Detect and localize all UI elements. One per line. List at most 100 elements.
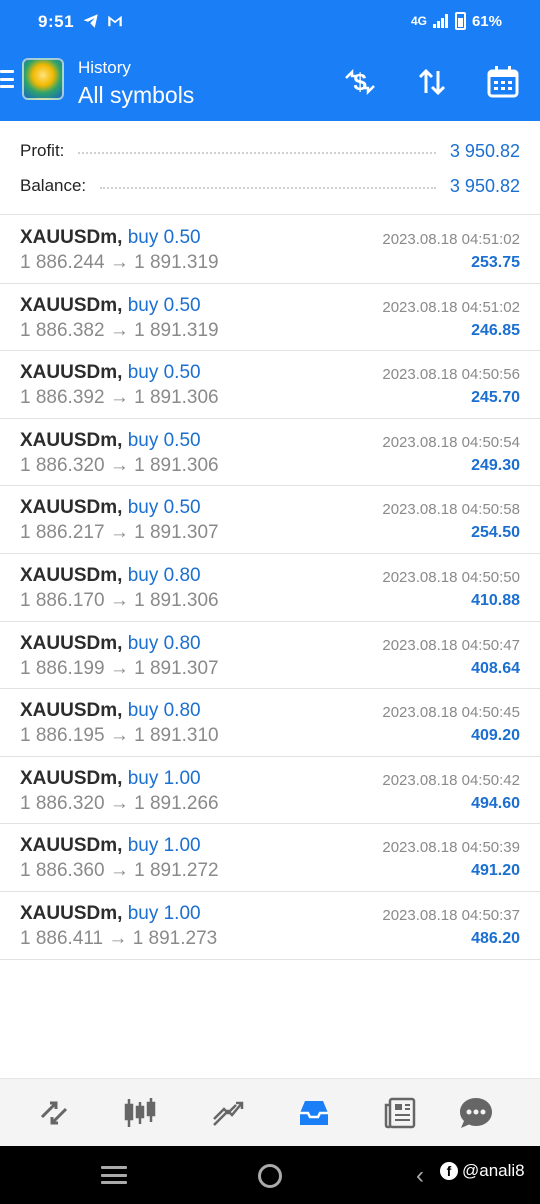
network-label: 4G [410, 14, 427, 28]
battery-icon [454, 12, 466, 30]
deal-row[interactable]: XAUUSDm, buy 0.80 1 886.199 → 1 891.307 … [0, 622, 540, 690]
deal-row[interactable]: XAUUSDm, buy 0.50 1 886.392 → 1 891.306 … [0, 351, 540, 419]
deal-time: 2023.08.18 04:50:39 [382, 839, 520, 857]
deal-close-price: 1 891.306 [134, 589, 219, 611]
app-logo[interactable] [22, 58, 64, 100]
status-right: 4G 61% [411, 12, 502, 30]
page-subtitle: History [78, 58, 131, 77]
deal-close-price: 1 891.306 [134, 454, 219, 476]
messages-icon[interactable] [454, 1091, 498, 1135]
deal-row[interactable]: XAUUSDm, buy 1.00 1 886.411 → 1 891.273 … [0, 892, 540, 960]
quotes-icon[interactable] [32, 1091, 76, 1135]
arrow-icon: → [109, 860, 129, 882]
deal-symbol: XAUUSDm, [20, 902, 123, 924]
history-icon[interactable] [292, 1091, 336, 1135]
deal-row[interactable]: XAUUSDm, buy 1.00 1 886.360 → 1 891.272 … [0, 824, 540, 892]
deal-close-price: 1 891.273 [132, 927, 218, 949]
deal-open-price: 1 886.392 [20, 387, 105, 409]
deal-row[interactable]: XAUUSDm, buy 1.00 1 886.320 → 1 891.266 … [0, 757, 540, 825]
deal-type: buy 0.80 [127, 564, 201, 586]
arrow-icon: → [109, 792, 129, 814]
deal-type: buy 0.50 [127, 497, 201, 519]
balance-label: Balance: [20, 176, 87, 195]
arrow-icon: → [109, 725, 129, 747]
deal-time: 2023.08.18 04:50:58 [382, 501, 520, 519]
deal-row[interactable]: XAUUSDm, buy 0.80 1 886.195 → 1 891.310 … [0, 689, 540, 757]
deal-row[interactable]: XAUUSDm, buy 0.50 1 886.382 → 1 891.319 … [0, 284, 540, 352]
calendar-icon[interactable] [483, 62, 523, 102]
arrow-icon: → [109, 589, 129, 611]
deal-time: 2023.08.18 04:50:42 [382, 771, 520, 789]
deal-type: buy 0.50 [127, 429, 201, 451]
menu-icon[interactable] [0, 70, 14, 88]
sort-icon[interactable] [412, 62, 452, 102]
deal-open-price: 1 886.170 [20, 589, 105, 611]
facebook-icon: f [440, 1162, 458, 1180]
watermark: f @anali8 [440, 1161, 525, 1181]
profit-row: Profit: 3 950.82 [20, 138, 520, 164]
deal-close-price: 1 891.319 [134, 252, 219, 273]
deal-open-price: 1 886.382 [20, 319, 105, 341]
deal-symbol: XAUUSDm, [20, 497, 123, 519]
deal-symbol: XAUUSDm, [20, 227, 123, 248]
recents-icon[interactable] [101, 1166, 127, 1184]
deal-type: buy 1.00 [127, 902, 201, 924]
deal-open-price: 1 886.244 [20, 252, 105, 273]
news-icon[interactable] [378, 1091, 422, 1135]
deal-open-price: 1 886.411 [20, 927, 104, 949]
deal-time: 2023.08.18 04:50:37 [382, 906, 520, 924]
arrow-icon: → [109, 319, 129, 341]
bottom-nav [0, 1078, 540, 1146]
status-time: 9:51 [38, 12, 75, 31]
deal-profit: 409.20 [471, 727, 520, 745]
deal-time: 2023.08.18 04:50:56 [382, 366, 520, 384]
deal-close-price: 1 891.307 [134, 657, 219, 679]
deal-type: buy 0.50 [127, 227, 201, 248]
arrow-icon: → [109, 454, 129, 476]
deal-profit: 246.85 [471, 321, 520, 339]
deal-symbol: XAUUSDm, [20, 564, 123, 586]
dollar-swap-icon[interactable]: $ [340, 62, 380, 102]
deals-list: XAUUSDm, buy 0.50 1 886.244 → 1 891.319 … [0, 216, 540, 960]
deal-type: buy 0.80 [127, 700, 201, 722]
arrow-icon: → [109, 387, 129, 409]
deal-profit: 249.30 [471, 456, 520, 474]
history-summary: Profit: 3 950.82 Balance: 3 950.82 [0, 121, 540, 215]
deal-symbol: XAUUSDm, [20, 294, 123, 316]
deal-row[interactable]: XAUUSDm, buy 0.50 1 886.320 → 1 891.306 … [0, 419, 540, 487]
arrow-icon: → [109, 657, 129, 679]
deal-row[interactable]: XAUUSDm, buy 0.80 1 886.170 → 1 891.306 … [0, 554, 540, 622]
deal-close-price: 1 891.306 [134, 387, 219, 409]
deal-time: 2023.08.18 04:50:54 [382, 433, 520, 451]
deal-symbol: XAUUSDm, [20, 362, 123, 384]
status-notification-icons [82, 12, 124, 30]
profit-value: 3 950.82 [449, 140, 520, 161]
deal-profit: 245.70 [471, 389, 520, 407]
deal-row[interactable]: XAUUSDm, buy 0.50 1 886.244 → 1 891.319 … [0, 216, 540, 284]
deal-profit: 410.88 [471, 591, 520, 609]
balance-dots [100, 187, 436, 189]
system-navigation-bar: ‹ f @anali8 [0, 1146, 540, 1204]
home-icon[interactable] [258, 1164, 282, 1188]
deal-symbol: XAUUSDm, [20, 700, 123, 722]
arrow-icon: → [109, 522, 129, 544]
profit-label: Profit: [20, 141, 65, 160]
mail-icon [108, 15, 122, 27]
deal-profit: 491.20 [471, 862, 520, 880]
deal-profit: 253.75 [471, 254, 520, 271]
back-icon[interactable]: ‹ [416, 1162, 424, 1190]
telegram-icon [83, 14, 98, 28]
trade-icon[interactable] [206, 1091, 250, 1135]
watermark-text: @anali8 [462, 1161, 525, 1180]
svg-text:$: $ [353, 69, 367, 96]
deal-time: 2023.08.18 04:50:47 [382, 636, 520, 654]
battery-percent: 61% [471, 12, 502, 30]
deal-profit: 494.60 [471, 794, 520, 812]
arrow-icon: → [108, 927, 128, 949]
deal-close-price: 1 891.266 [134, 792, 219, 814]
balance-value: 3 950.82 [449, 175, 520, 196]
deal-row[interactable]: XAUUSDm, buy 0.50 1 886.217 → 1 891.307 … [0, 486, 540, 554]
page-title[interactable]: All symbols [78, 82, 194, 109]
deal-time: 2023.08.18 04:50:45 [382, 704, 520, 722]
chart-icon[interactable] [118, 1091, 162, 1135]
